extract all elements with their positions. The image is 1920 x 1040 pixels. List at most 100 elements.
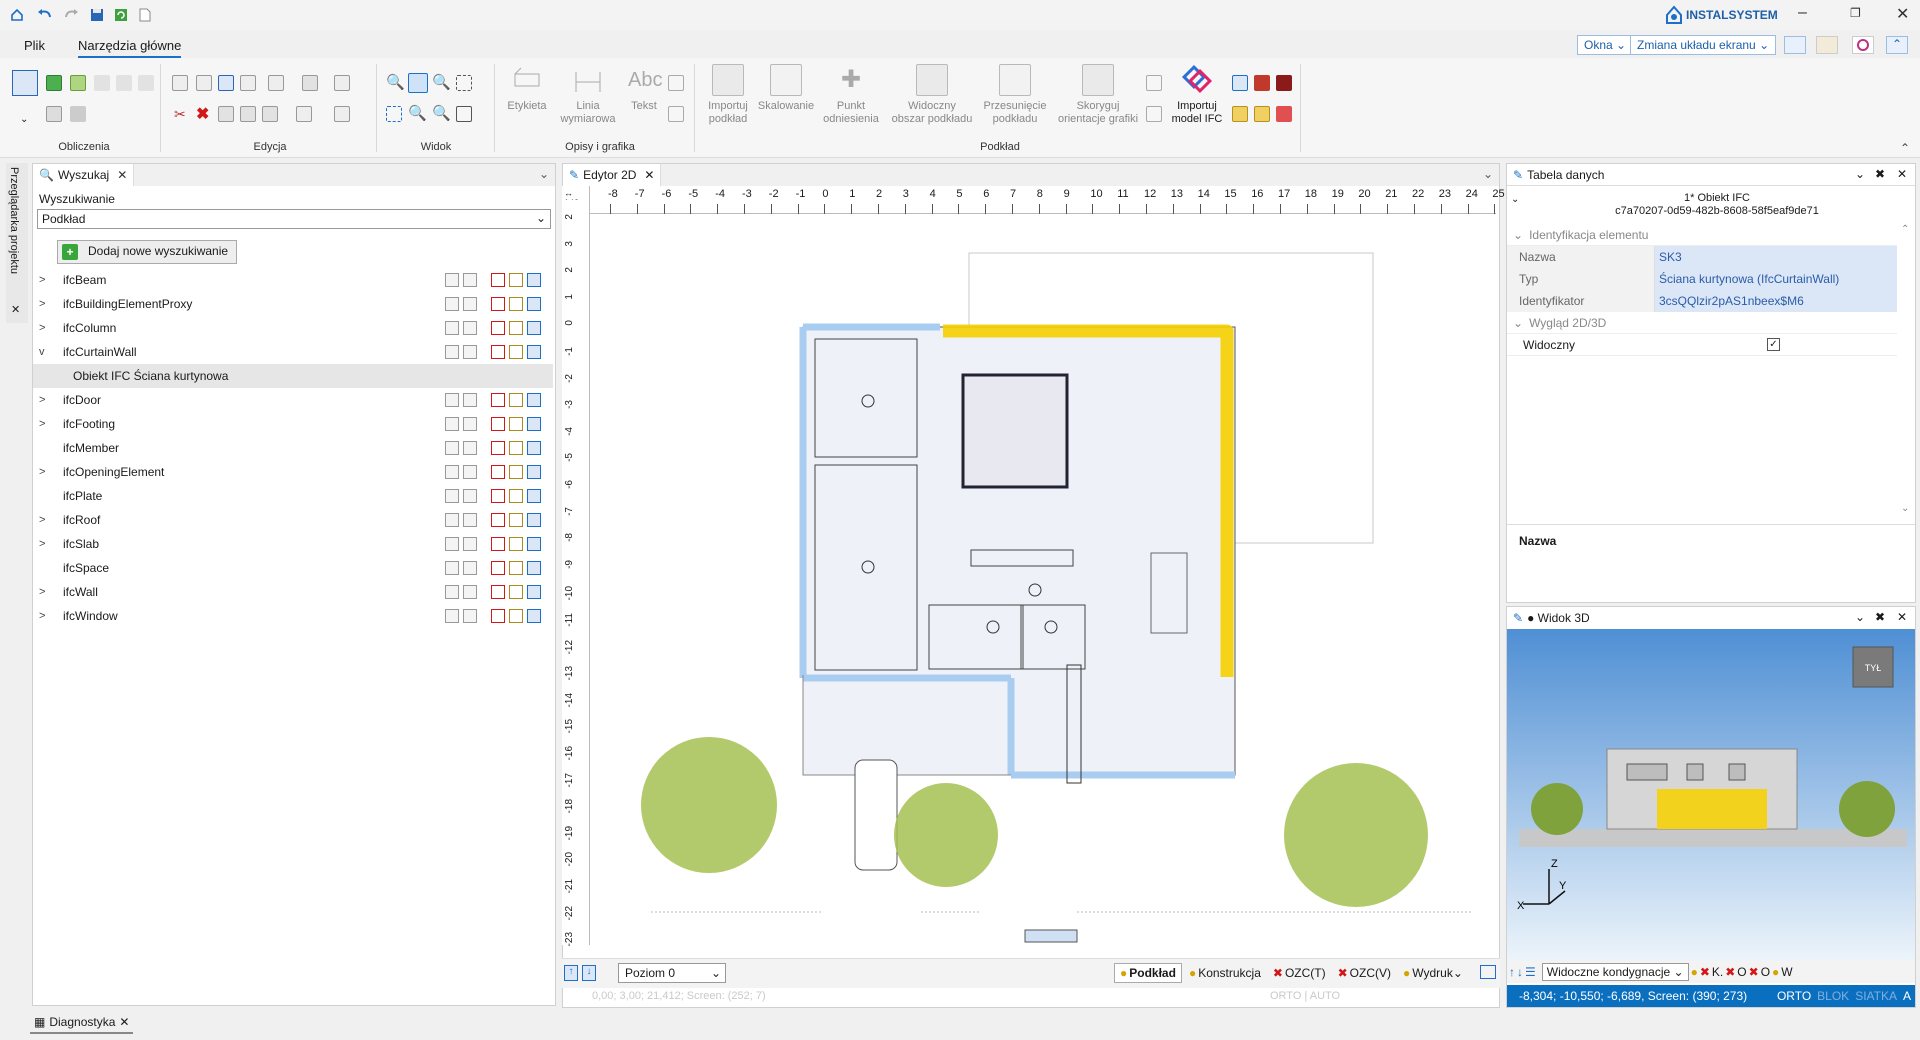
edit-icon[interactable]: [509, 537, 523, 551]
project-browser-side-tab[interactable]: Przeglądarka projektu ✕: [6, 163, 28, 323]
status-tab[interactable]: ● Podkład: [1114, 963, 1182, 983]
remove-icon[interactable]: [491, 513, 505, 527]
scaling-button[interactable]: Skalowanie: [754, 64, 818, 113]
select-icon[interactable]: [445, 609, 459, 623]
menu-file[interactable]: Plik: [24, 38, 45, 53]
ifc-house-icon[interactable]: [1276, 106, 1292, 122]
select-icon[interactable]: [296, 106, 312, 122]
select-icon[interactable]: [445, 585, 459, 599]
calc-dropdown-icon[interactable]: ⌄: [20, 114, 28, 125]
edit-icon[interactable]: [509, 609, 523, 623]
edit-icon[interactable]: [509, 273, 523, 287]
edit-icon[interactable]: [509, 321, 523, 335]
refresh-icon[interactable]: [527, 609, 541, 623]
level-down-icon[interactable]: ↓: [1517, 965, 1523, 979]
visibility-icon[interactable]: [463, 561, 477, 575]
monitor-icon[interactable]: [1480, 965, 1496, 979]
refresh-icon[interactable]: [527, 345, 541, 359]
align-icon[interactable]: [240, 75, 256, 91]
remove-icon[interactable]: [491, 321, 505, 335]
property-scrollbar[interactable]: ⌃ ⌄: [1901, 224, 1913, 514]
dim-line-button[interactable]: Linia wymiarowa: [550, 64, 626, 126]
zoom-extents-icon[interactable]: [456, 75, 472, 91]
expand-chevron-icon[interactable]: >: [39, 586, 53, 598]
pin-icon[interactable]: ✖: [1875, 167, 1885, 181]
close-icon[interactable]: ✕: [119, 1015, 129, 1029]
restore-button[interactable]: ❐: [1850, 6, 1861, 20]
visibility-icon[interactable]: [463, 513, 477, 527]
remove-icon[interactable]: [491, 561, 505, 575]
select-icon[interactable]: [445, 513, 459, 527]
calc-table-icon[interactable]: [12, 70, 38, 96]
property-value[interactable]: Ściana kurtynowa (IfcCurtainWall): [1655, 267, 1897, 290]
visibility-icon[interactable]: [463, 393, 477, 407]
tree-item[interactable]: > ifcFooting: [33, 412, 553, 436]
section-identification[interactable]: ⌄ Identyfikacja elementu: [1507, 224, 1897, 246]
visible-area-button[interactable]: Widoczny obszar podkładu: [884, 64, 980, 126]
remove-icon[interactable]: [491, 273, 505, 287]
pipe-icon[interactable]: [46, 106, 62, 122]
refresh-icon[interactable]: [527, 561, 541, 575]
property-row[interactable]: Nazwa SK3: [1507, 245, 1897, 268]
redo-icon[interactable]: [62, 6, 80, 24]
table-icon[interactable]: [668, 106, 684, 122]
refresh-icon[interactable]: [527, 393, 541, 407]
short-btn-o2[interactable]: O: [1761, 965, 1770, 979]
image-icon[interactable]: [668, 75, 684, 91]
array-icon[interactable]: [240, 106, 256, 122]
remove-icon[interactable]: [491, 417, 505, 431]
pin-icon[interactable]: ✖: [1875, 610, 1885, 624]
refresh-icon[interactable]: [527, 297, 541, 311]
visibility-icon[interactable]: [463, 345, 477, 359]
short-btn-k[interactable]: K.: [1712, 965, 1723, 979]
close-icon[interactable]: ✕: [644, 168, 654, 182]
copy-calc-icon[interactable]: [70, 106, 86, 122]
select-icon[interactable]: [445, 441, 459, 455]
bulb-icon[interactable]: ●: [1691, 965, 1698, 979]
paste-icon[interactable]: [172, 75, 188, 91]
rotate-icon[interactable]: [218, 75, 234, 91]
select-icon[interactable]: [445, 393, 459, 407]
edit-icon[interactable]: [509, 585, 523, 599]
menu-home[interactable]: Narzędzia główne: [78, 38, 182, 58]
bg-grid-icon-2[interactable]: [1146, 106, 1162, 122]
refresh-icon[interactable]: [112, 6, 130, 24]
expand-chevron-icon[interactable]: >: [39, 514, 53, 526]
expand-chevron-icon[interactable]: >: [39, 274, 53, 286]
close-icon[interactable]: ✕: [117, 168, 127, 182]
edit-icon[interactable]: [509, 393, 523, 407]
drop-icon-2[interactable]: [116, 75, 132, 91]
close-icon[interactable]: ✕: [1897, 167, 1907, 181]
label-button[interactable]: Etykieta: [502, 64, 552, 113]
refresh-icon[interactable]: [527, 441, 541, 455]
edit-icon[interactable]: [509, 513, 523, 527]
save-icon[interactable]: [88, 6, 106, 24]
expand-chevron-icon[interactable]: >: [39, 610, 53, 622]
status-tab[interactable]: ✖ OZC(T): [1268, 963, 1331, 983]
home-icon[interactable]: [8, 6, 26, 24]
tab-editor-2d[interactable]: ✎ Edytor 2D ✕: [563, 164, 662, 186]
expand-chevron-icon[interactable]: >: [39, 418, 53, 430]
level-down-icon[interactable]: ↓: [582, 965, 596, 981]
import-background-button[interactable]: Importuj podkład: [700, 64, 756, 126]
refresh-icon[interactable]: [527, 321, 541, 335]
tree-item[interactable]: > ifcBeam: [33, 268, 553, 292]
select-icon[interactable]: [445, 489, 459, 503]
select-icon[interactable]: [445, 345, 459, 359]
remove-icon[interactable]: [491, 489, 505, 503]
import-ifc-button[interactable]: Importuj model IFC: [1164, 64, 1230, 126]
frame-icon[interactable]: [334, 106, 350, 122]
visibility-icon[interactable]: [463, 489, 477, 503]
remove-icon[interactable]: [491, 465, 505, 479]
status-tab[interactable]: ● Konstrukcja: [1184, 963, 1266, 983]
section-appearance[interactable]: ⌄ Wygląd 2D/3D: [1507, 312, 1897, 334]
settings-icon[interactable]: [1852, 36, 1874, 54]
zoom-window-icon[interactable]: [408, 73, 428, 93]
ifc-view-icon[interactable]: [1232, 75, 1248, 91]
calc-green-icon[interactable]: [46, 75, 62, 91]
visibility-icon[interactable]: [463, 297, 477, 311]
zoom-all-icon[interactable]: 🔍: [432, 73, 451, 91]
collapse-ribbon-button[interactable]: ⌃: [1886, 36, 1908, 54]
edit-icon[interactable]: [509, 489, 523, 503]
expand-chevron-icon[interactable]: >: [39, 322, 53, 334]
